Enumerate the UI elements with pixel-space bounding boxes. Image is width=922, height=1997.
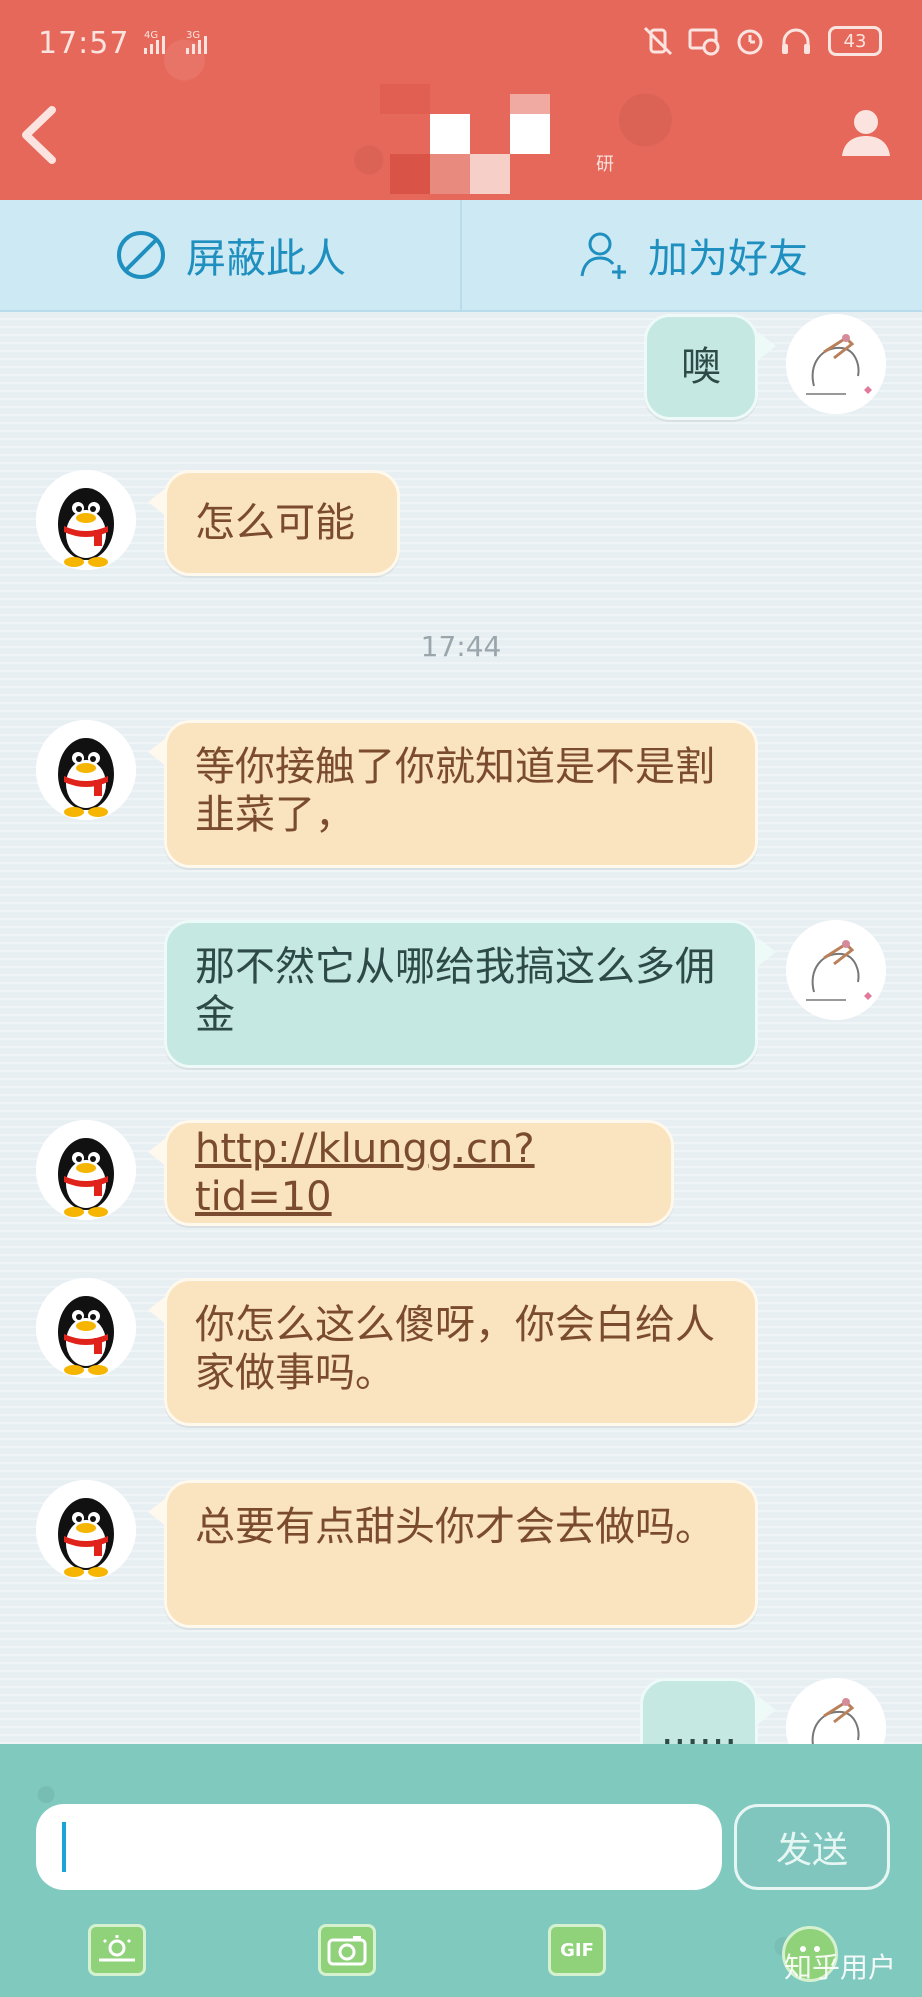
alarm-icon: [732, 24, 768, 58]
sketch-avatar-icon: [786, 920, 886, 1020]
status-icons: 43: [640, 24, 882, 58]
add-friend-button[interactable]: 加为好友: [462, 200, 922, 310]
gif-icon: GIF: [560, 1939, 594, 1961]
message-timestamp: 17:44: [420, 630, 502, 663]
avatar-contact[interactable]: [36, 1120, 136, 1220]
penguin-avatar-icon: [36, 720, 136, 820]
status-bar: 17:57 4G 3G 43: [0, 0, 922, 80]
message-text: ......: [660, 1708, 738, 1744]
message-text: 怎么可能: [195, 500, 355, 546]
back-button[interactable]: [14, 100, 64, 170]
signal-indicator: 4G 3G: [140, 28, 240, 61]
bubble-tail: [758, 332, 776, 360]
incoming-bubble[interactable]: 等你接触了你就知道是不是割韭菜了，: [164, 720, 758, 868]
penguin-avatar-icon: [36, 1278, 136, 1378]
avatar-contact[interactable]: [36, 1480, 136, 1580]
signal-bars-icon: 4G 3G: [144, 30, 207, 54]
outgoing-bubble[interactable]: 那不然它从哪给我搞这么多佣金: [164, 920, 758, 1068]
incoming-bubble[interactable]: 你怎么这么傻呀，你会白给人家做事吗。: [164, 1278, 758, 1426]
text-cursor: [62, 1822, 66, 1872]
avatar-self[interactable]: [786, 314, 886, 414]
message-input[interactable]: [36, 1804, 722, 1890]
message-text: 那不然它从哪给我搞这么多佣金: [195, 944, 715, 1038]
block-icon: [117, 231, 165, 279]
camera-button[interactable]: [318, 1924, 376, 1976]
message-text: 噢: [681, 344, 721, 390]
add-friend-icon: [580, 232, 626, 279]
action-bar: 屏蔽此人 加为好友: [0, 200, 922, 312]
avatar-self[interactable]: [786, 920, 886, 1020]
camera-icon: [327, 1936, 367, 1966]
watermark-text: 知乎用户: [784, 1951, 897, 1984]
status-time: 17:57: [38, 26, 130, 61]
send-button[interactable]: 发送: [734, 1804, 890, 1890]
block-user-button[interactable]: 屏蔽此人: [0, 200, 460, 310]
avatar-contact[interactable]: [36, 470, 136, 570]
sketch-avatar-icon: [786, 1678, 886, 1744]
message-link[interactable]: http://klungg.cn?tid=10: [195, 1125, 643, 1221]
user-profile-icon: [842, 110, 890, 156]
incoming-bubble[interactable]: http://klungg.cn?tid=10: [164, 1120, 674, 1226]
add-friend-label: 加为好友: [648, 236, 808, 282]
battery-indicator: 43: [828, 26, 882, 56]
chat-title-pixelated: [380, 84, 620, 194]
avatar-contact[interactable]: [36, 720, 136, 820]
screencast-icon: [686, 24, 722, 58]
incoming-bubble[interactable]: 总要有点甜头你才会去做吗。: [164, 1480, 758, 1628]
bubble-tail: [758, 938, 776, 966]
bubble-tail: [758, 1696, 776, 1724]
headphones-icon: [778, 24, 814, 58]
chat-message-list[interactable]: 噢 怎么可能 17:44 等你接触了你就知道是不是割韭菜了， 那不然它从哪给我搞…: [0, 312, 922, 1744]
penguin-avatar-icon: [36, 1480, 136, 1580]
chat-title-suffix: 研: [596, 154, 614, 175]
incoming-bubble[interactable]: 怎么可能: [164, 470, 400, 576]
gif-button[interactable]: GIF: [548, 1924, 606, 1976]
image-icon: [99, 1935, 135, 1962]
network-1-label: 4G: [144, 30, 158, 41]
profile-button[interactable]: [838, 104, 894, 160]
sketch-avatar-icon: [786, 314, 886, 414]
message-text: 总要有点甜头你才会去做吗。: [195, 1504, 715, 1550]
penguin-avatar-icon: [36, 1120, 136, 1220]
top-bar: 17:57 4G 3G 43 研: [0, 0, 922, 200]
avatar-contact[interactable]: [36, 1278, 136, 1378]
message-text: 等你接触了你就知道是不是割韭菜了，: [195, 744, 715, 838]
block-user-label: 屏蔽此人: [186, 236, 346, 282]
chevron-left-icon: [22, 106, 56, 164]
vibrate-off-icon: [640, 24, 676, 58]
outgoing-bubble[interactable]: 噢: [644, 314, 758, 420]
network-2-label: 3G: [186, 30, 200, 41]
photo-album-button[interactable]: [88, 1924, 146, 1976]
penguin-avatar-icon: [36, 470, 136, 570]
avatar-self[interactable]: [786, 1678, 886, 1744]
outgoing-bubble[interactable]: ......: [640, 1678, 758, 1744]
message-text: 你怎么这么傻呀，你会白给人家做事吗。: [195, 1302, 715, 1396]
